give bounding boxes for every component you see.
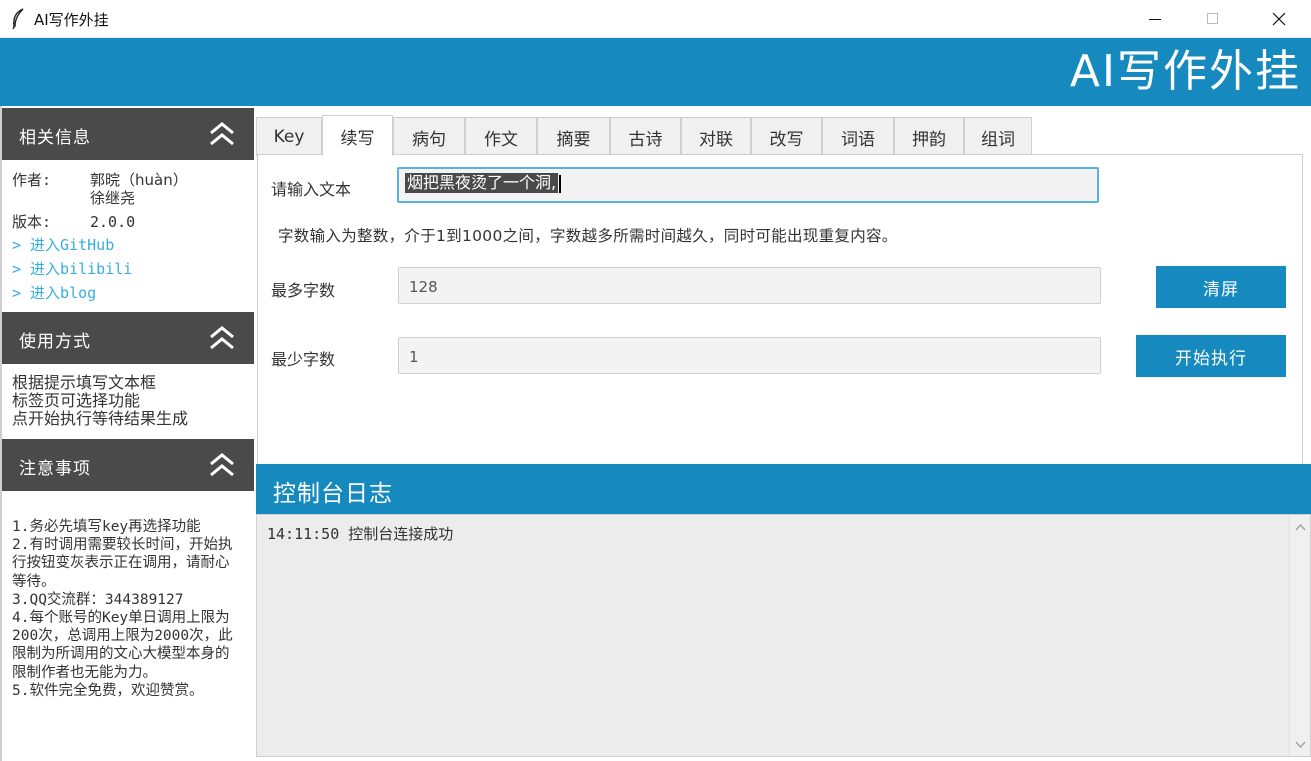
max-count-label: 最多字数 (271, 281, 336, 300)
tab-couplet[interactable]: 对联 (681, 117, 751, 156)
text-input[interactable]: 烟把黑夜烫了一个洞, (397, 167, 1099, 203)
note-item: 4.每个账号的Key单日调用上限为200次，总调用上限为2000次，此限制为所调… (12, 610, 233, 681)
tab-sentence-fix[interactable]: 病句 (393, 117, 465, 156)
tab-continue[interactable]: 续写 (322, 115, 393, 156)
usage-line: 根据提示填写文本框 (12, 373, 157, 392)
tab-key[interactable]: Key (256, 117, 322, 156)
notes-section-header[interactable]: 注意事项 (2, 439, 254, 491)
console-title: 控制台日志 (273, 481, 393, 507)
github-link[interactable]: > 进入GitHub (12, 236, 114, 254)
note-item: 5.软件完全免费，欢迎赞赏。 (12, 682, 204, 699)
collapse-icon[interactable] (208, 452, 236, 478)
notes-list: 1.务必先填写key再选择功能 2.有时调用需要较长时间，开始执行按钮变灰表示正… (12, 518, 242, 700)
collapse-icon[interactable] (208, 121, 236, 147)
sidebar: 相关信息 作者: 郭晥（huàn） 徐继尧 版本: 2.0.0 > 进入GitH… (2, 108, 254, 761)
log-line: 14:11:50 控制台连接成功 (267, 525, 454, 543)
version-value: 2.0.0 (90, 213, 136, 231)
window-title: AI写作外挂 (34, 11, 109, 29)
clear-button[interactable]: 清屏 (1156, 266, 1286, 308)
app-banner: AI写作外挂 (0, 38, 1311, 106)
info-section-title: 相关信息 (19, 128, 91, 148)
hint-text: 字数输入为整数，介于1到1000之间，字数越多所需时间越久，同时可能出现重复内容… (278, 227, 898, 245)
usage-line: 点开始执行等待结果生成 (12, 409, 189, 428)
run-button[interactable]: 开始执行 (1136, 335, 1286, 377)
min-count-label: 最少字数 (271, 350, 336, 369)
info-section-header[interactable]: 相关信息 (2, 108, 254, 160)
bilibili-link[interactable]: > 进入bilibili (12, 260, 132, 278)
close-icon (1272, 12, 1286, 26)
min-count-input[interactable]: 1 (398, 337, 1101, 374)
main-area: Key 续写 病句 作文 摘要 古诗 对联 改写 词语 押韵 组词 请输入文本 … (256, 108, 1311, 761)
text-caret (559, 174, 562, 193)
scroll-up-icon[interactable] (1295, 523, 1306, 531)
tab-panel: 请输入文本 烟把黑夜烫了一个洞, 字数输入为整数，介于1到1000之间，字数越多… (257, 154, 1303, 466)
tab-compose-words[interactable]: 组词 (964, 117, 1032, 156)
author-label: 作者: (12, 171, 52, 189)
notes-section-title: 注意事项 (19, 459, 91, 479)
tab-words[interactable]: 词语 (822, 117, 894, 156)
scroll-down-icon[interactable] (1295, 741, 1306, 749)
banner-title: AI写作外挂 (1069, 46, 1301, 97)
tab-rewrite[interactable]: 改写 (751, 117, 822, 156)
console-header: 控制台日志 (256, 464, 1311, 514)
blog-link[interactable]: > 进入blog (12, 284, 96, 302)
feather-icon (12, 8, 24, 30)
note-item: 2.有时调用需要较长时间，开始执行按钮变灰表示正在调用，请耐心等待。 (12, 537, 233, 590)
author-name-2: 徐继尧 (90, 189, 136, 207)
note-item: 3.QQ交流群：344389127 (12, 591, 184, 608)
tab-rhyme[interactable]: 押韵 (894, 117, 964, 156)
note-item: 1.务必先填写key再选择功能 (12, 519, 201, 535)
console-scrollbar[interactable] (1289, 515, 1310, 756)
console-log[interactable]: 14:11:50 控制台连接成功 (256, 514, 1311, 757)
close-button[interactable] (1250, 0, 1308, 38)
minimize-icon (1149, 19, 1161, 20)
selected-text: 烟把黑夜烫了一个洞, (405, 173, 559, 193)
max-count-input[interactable]: 128 (398, 267, 1101, 304)
window-titlebar: AI写作外挂 (0, 0, 1311, 38)
collapse-icon[interactable] (208, 325, 236, 351)
usage-line: 标签页可选择功能 (12, 391, 141, 410)
usage-section-header[interactable]: 使用方式 (2, 312, 254, 364)
maximize-icon (1207, 13, 1218, 24)
author-name-1: 郭晥（huàn） (90, 171, 188, 189)
maximize-button[interactable] (1184, 0, 1242, 38)
tab-essay[interactable]: 作文 (465, 117, 537, 156)
version-label: 版本: (12, 213, 52, 231)
text-input-label: 请输入文本 (271, 180, 352, 199)
minimize-button[interactable] (1126, 0, 1184, 38)
tab-poem[interactable]: 古诗 (610, 117, 681, 156)
tab-summary[interactable]: 摘要 (537, 117, 610, 156)
tab-bar: Key 续写 病句 作文 摘要 古诗 对联 改写 词语 押韵 组词 (256, 115, 1032, 156)
usage-section-title: 使用方式 (19, 332, 91, 352)
